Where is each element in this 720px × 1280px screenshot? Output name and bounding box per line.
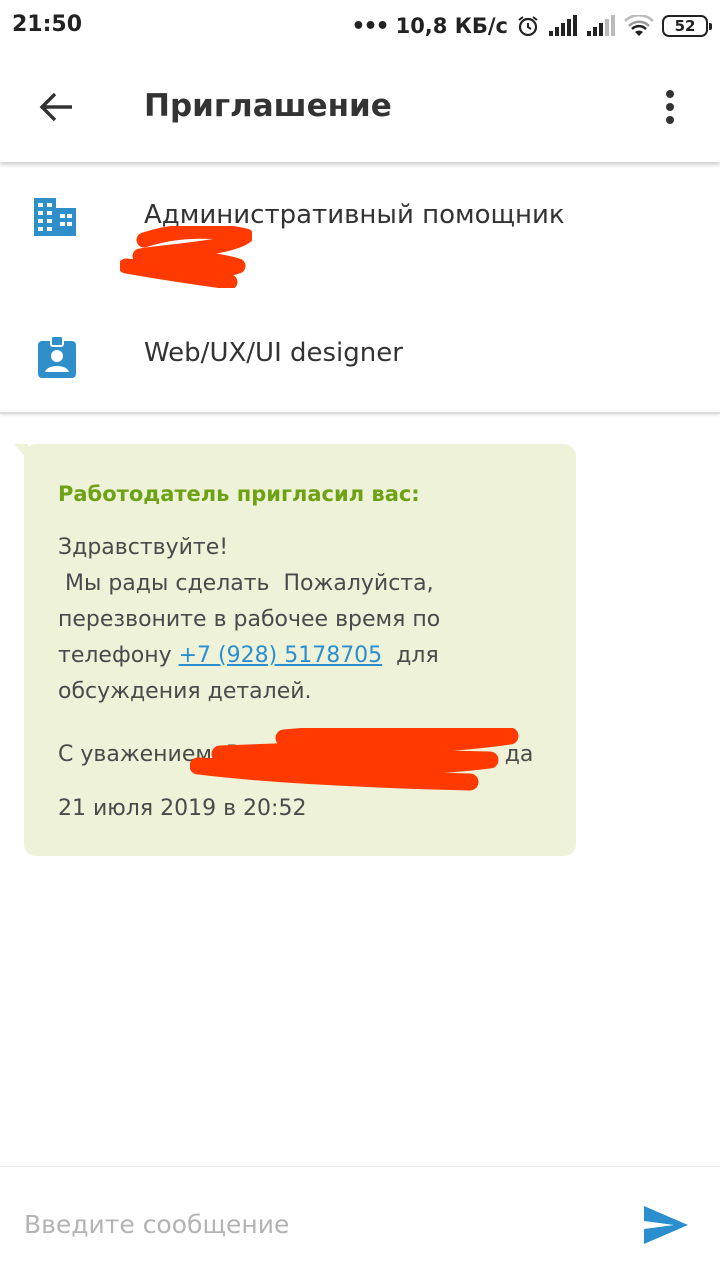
send-icon — [644, 1206, 688, 1244]
app-bar: Приглашение — [0, 52, 720, 162]
message-line: Мы рады сделать Пожалуйста, — [58, 571, 434, 596]
resume-row[interactable]: Web/UX/UI designer — [0, 300, 720, 412]
network-speed: 10,8 КБ/с — [395, 14, 508, 38]
message-text: для — [382, 643, 439, 668]
status-indicators: ••• 10,8 КБ/с 52 — [351, 10, 712, 42]
resume-title: Web/UX/UI designer — [144, 338, 403, 368]
message-body: Здравствуйте! Мы рады сделать Пожалуйста… — [58, 530, 558, 710]
signal-icon — [548, 15, 578, 37]
building-icon — [34, 198, 76, 240]
vacancy-info-card: Административный помощник Web/UX/UI desi… — [0, 162, 720, 414]
send-button[interactable] — [642, 1203, 690, 1247]
battery-icon: 52 — [662, 15, 712, 37]
badge-icon — [38, 335, 76, 382]
vacancy-row[interactable]: Административный помощник — [0, 162, 720, 292]
notification-dots: ••• — [351, 13, 389, 39]
wifi-icon — [624, 15, 654, 37]
message-date: 21 июля 2019 в 20:52 — [58, 796, 307, 821]
alarm-icon — [516, 14, 540, 38]
signal-icon — [586, 15, 616, 37]
status-time: 21:50 — [12, 12, 83, 37]
message-line: телефону +7 (928) 5178705 для — [58, 638, 558, 674]
message-input[interactable] — [24, 1197, 624, 1251]
more-options-button[interactable] — [646, 82, 694, 132]
message-heading: Работодатель пригласил вас: — [58, 482, 420, 506]
message-line: перезвоните в рабочее время по — [58, 607, 441, 632]
message-line: Здравствуйте! — [58, 535, 229, 560]
redaction-mark — [120, 226, 252, 288]
status-bar: 21:50 ••• 10,8 КБ/с 52 — [0, 0, 720, 52]
message-bubble: Работодатель пригласил вас: Здравствуйте… — [14, 444, 576, 856]
page-title: Приглашение — [144, 88, 392, 124]
back-button[interactable] — [28, 82, 84, 132]
message-line: обсуждения деталей. — [58, 679, 312, 704]
redaction-mark — [190, 728, 519, 791]
message-text: телефону — [58, 643, 179, 668]
more-vert-icon — [666, 90, 674, 124]
phone-link[interactable]: +7 (928) 5178705 — [179, 643, 383, 668]
arrow-back-icon — [39, 92, 72, 122]
message-input-bar — [0, 1166, 720, 1280]
